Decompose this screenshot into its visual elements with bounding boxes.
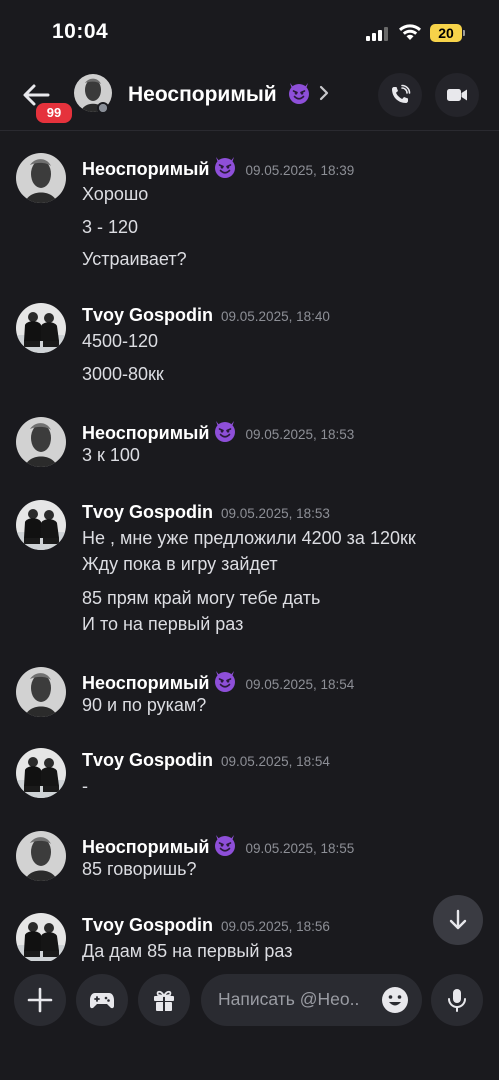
message-author[interactable]: Tvoy Gospodin 09.05.2025, 18:40 — [82, 305, 330, 326]
message-text[interactable]: - — [82, 776, 88, 797]
message-author[interactable]: Неоспоримый 09.05.2025, 18:39 — [82, 155, 354, 180]
video-camera-icon — [447, 89, 467, 101]
chat-header: 99 Неоспоримый — [0, 66, 499, 131]
avatar-tvoy-gospodin[interactable] — [16, 748, 66, 798]
avatar-tvoy-gospodin[interactable] — [16, 500, 66, 550]
smiling-devil-icon — [215, 157, 236, 178]
message-text[interactable]: 85 прям край могу тебе дать — [82, 588, 320, 609]
smiling-devil-icon — [215, 421, 236, 442]
author-name: Неоспоримый — [82, 159, 210, 179]
message-timestamp: 09.05.2025, 18:56 — [221, 919, 330, 934]
avatar-neosporimy[interactable] — [16, 153, 66, 203]
smiling-devil-icon — [288, 83, 309, 104]
status-bar: 10:04 20 — [0, 0, 499, 66]
plus-icon — [27, 987, 53, 1013]
message-text[interactable]: Не , мне уже предложили 4200 за 120кк — [82, 528, 416, 549]
author-name: Неоспоримый — [82, 673, 210, 693]
avatar-neosporimy[interactable] — [16, 667, 66, 717]
message-text[interactable]: 90 и по рукам? — [82, 695, 206, 716]
message-text[interactable]: Жду пока в игру зайдет — [82, 554, 278, 575]
emoji-picker-icon[interactable] — [381, 986, 409, 1014]
scroll-to-bottom-button[interactable] — [433, 895, 483, 945]
chevron-right-icon[interactable] — [318, 84, 330, 102]
status-time: 10:04 — [52, 20, 109, 43]
smiling-devil-icon — [215, 835, 236, 856]
activities-button[interactable] — [76, 974, 128, 1026]
message-input[interactable]: Написать @Нео.. — [201, 974, 422, 1026]
voice-call-button[interactable] — [378, 73, 422, 117]
message-input-placeholder: Написать @Нео.. — [218, 989, 360, 1009]
message-text[interactable]: 3000-80кк — [82, 364, 164, 385]
avatar-neosporimy[interactable] — [16, 417, 66, 467]
message-author[interactable]: Tvoy Gospodin 09.05.2025, 18:54 — [82, 750, 330, 771]
message-text[interactable]: 85 говоришь? — [82, 859, 196, 880]
smiling-devil-icon — [215, 671, 236, 692]
message-author[interactable]: Неоспоримый 09.05.2025, 18:54 — [82, 669, 354, 694]
chat-title[interactable]: Неоспоримый — [128, 81, 311, 107]
unread-badge: 99 — [34, 101, 74, 125]
author-name: Неоспоримый — [82, 423, 210, 443]
presence-status-dot — [97, 102, 109, 114]
avatar-tvoy-gospodin[interactable] — [16, 913, 66, 961]
message-timestamp: 09.05.2025, 18:53 — [245, 427, 355, 442]
gift-icon — [154, 990, 174, 1011]
message-timestamp: 09.05.2025, 18:40 — [221, 309, 330, 324]
message-timestamp: 09.05.2025, 18:39 — [245, 163, 355, 178]
microphone-icon — [448, 989, 466, 1012]
video-call-button[interactable] — [435, 73, 479, 117]
message-text[interactable]: Устраивает? — [82, 249, 187, 270]
message-text[interactable]: И то на первый раз — [82, 614, 243, 635]
gamepad-icon — [90, 993, 114, 1009]
message-timestamp: 09.05.2025, 18:53 — [221, 506, 330, 521]
message-text[interactable]: Да дам 85 на первый раз — [82, 941, 292, 961]
avatar-neosporimy[interactable] — [16, 831, 66, 881]
message-timestamp: 09.05.2025, 18:54 — [245, 677, 355, 692]
wifi-icon — [399, 24, 421, 40]
message-timestamp: 09.05.2025, 18:54 — [221, 754, 330, 769]
avatar-tvoy-gospodin[interactable] — [16, 303, 66, 353]
cellular-signal-icon — [366, 27, 388, 41]
chat-title-text: Неоспоримый — [128, 83, 277, 106]
message-author[interactable]: Tvoy Gospodin 09.05.2025, 18:53 — [82, 502, 330, 523]
message-text[interactable]: 3 к 100 — [82, 445, 140, 466]
voice-message-button[interactable] — [431, 974, 483, 1026]
phone-icon — [392, 84, 411, 103]
composer-bar: Написать @Нео.. — [0, 962, 499, 1080]
author-name: Неоспоримый — [82, 837, 210, 857]
message-list[interactable]: Неоспоримый 09.05.2025, 18:39 Хорошо 3 - … — [0, 131, 499, 961]
message-text[interactable]: Хорошо — [82, 184, 148, 205]
gift-button[interactable] — [138, 974, 190, 1026]
battery-level: 20 — [430, 24, 462, 42]
author-name: Tvoy Gospodin — [82, 750, 214, 770]
message-author[interactable]: Неоспоримый 09.05.2025, 18:53 — [82, 419, 354, 444]
message-text[interactable]: 3 - 120 — [82, 217, 138, 238]
message-timestamp: 09.05.2025, 18:55 — [245, 841, 355, 856]
author-name: Tvoy Gospodin — [82, 305, 214, 325]
author-name: Tvoy Gospodin — [82, 502, 214, 522]
author-name: Tvoy Gospodin — [82, 915, 214, 935]
message-text[interactable]: 4500-120 — [82, 331, 158, 352]
battery-tip — [463, 30, 465, 36]
message-author[interactable]: Неоспоримый 09.05.2025, 18:55 — [82, 833, 354, 858]
add-attachment-button[interactable] — [14, 974, 66, 1026]
message-author[interactable]: Tvoy Gospodin 09.05.2025, 18:56 — [82, 915, 330, 936]
arrow-down-icon — [449, 909, 467, 930]
